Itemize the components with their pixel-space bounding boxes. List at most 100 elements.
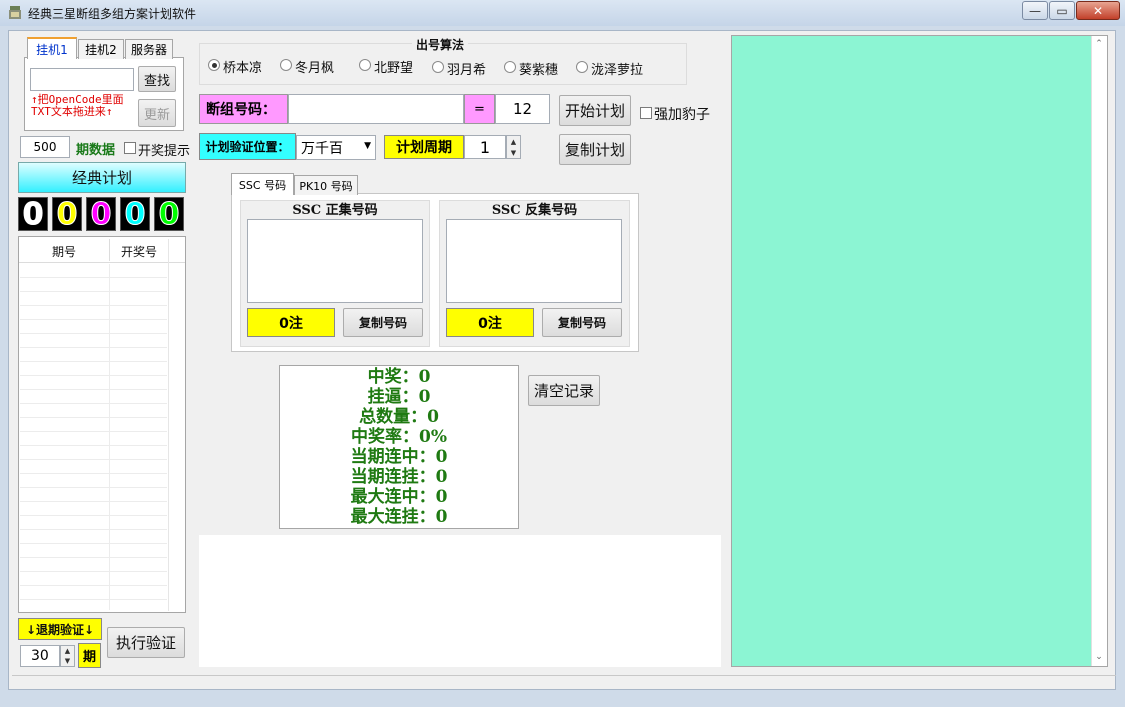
draw-notice-checkbox[interactable] [124,142,136,154]
column-header-period: 期号 [51,245,76,259]
period-count-value: 500 [33,140,57,154]
break-group-label: 断组号码： [199,94,288,124]
negative-set-textarea[interactable] [446,219,622,303]
query-button[interactable]: 查找 [138,66,176,92]
stat-current-streak-win: 当期连中：0 [350,447,448,467]
plan-cycle-label: 计划周期 [384,135,464,159]
tab-hangup2[interactable]: 挂机2 [78,39,124,59]
digit-1-value: 0 [22,196,44,232]
positive-set-textarea[interactable] [247,219,423,303]
verify-position-select[interactable]: 万千百 ▼ [296,135,376,160]
radio-option-3-label: 北野望 [374,61,414,76]
close-button[interactable]: ✕ [1076,1,1120,20]
radio-option-5[interactable] [504,61,516,73]
radio-option-5-label: 葵紫穗 [519,63,559,78]
vertical-scrollbar[interactable] [1091,36,1107,666]
radio-option-2-label: 冬月枫 [295,61,335,76]
scroll-up-icon[interactable]: ⌃ [1092,37,1106,51]
digit-3: 0 [86,196,116,232]
verify-position-value: 万千百 [301,140,343,157]
radio-option-6-label: 泷泽萝拉 [591,63,644,78]
negative-set-count: 0注 [446,308,534,337]
column-divider-right [168,239,169,611]
execute-verify-button[interactable]: 执行验证 [107,627,185,658]
spin-up-icon[interactable]: ▲ [61,646,74,656]
tab-server[interactable]: 服务器 [125,39,173,59]
radio-option-1-label: 桥本凉 [223,61,263,76]
tab-hangup2-label: 挂机2 [85,43,117,57]
status-bar [12,675,1116,689]
radio-option-2[interactable] [280,59,292,71]
digit-1: 0 [18,196,48,232]
drag-hint-line2: TXT文本拖进来↑ [31,105,113,118]
restore-icon: ▭ [1056,3,1068,18]
cycle-up-icon[interactable]: ▲ [507,136,520,147]
log-area[interactable] [199,535,721,667]
window-title: 经典三星断组多组方案计划软件 [28,7,197,21]
stat-win-rate: 中奖率：0% [351,427,447,447]
spin-down-icon[interactable]: ▼ [61,656,74,666]
period-count-input[interactable]: 500 [20,136,70,158]
scroll-down-icon[interactable]: ⌄ [1092,650,1106,664]
minimize-icon: — [1029,3,1041,18]
classic-plan-label: 经典计划 [71,169,132,187]
tab-ssc-codes[interactable]: SSC 号码 [231,173,294,195]
break-group-count-value: 12 [512,100,533,118]
clear-records-button[interactable]: 清空记录 [528,375,600,406]
copy-plan-label: 复制计划 [564,141,625,159]
radio-option-4-label: 羽月希 [447,63,487,78]
chevron-down-icon: ▼ [364,141,371,151]
back-count-spinner[interactable]: ▲ ▼ [60,645,75,667]
app-icon [8,5,22,20]
plan-output-panel[interactable] [731,35,1108,667]
clear-records-label: 清空记录 [533,382,594,400]
row-divider [109,264,110,610]
leopard-checkbox[interactable] [640,107,652,119]
break-group-count: 12 [495,94,550,124]
cycle-down-icon[interactable]: ▼ [507,147,520,158]
classic-plan-button[interactable]: 经典计划 [18,162,186,193]
radio-option-4[interactable] [432,61,444,73]
tab-hangup1[interactable]: 挂机1 [27,37,77,59]
positive-set-count: 0注 [247,308,335,337]
stat-max-streak-fail: 最大连挂：0 [350,507,448,527]
plan-cycle-input[interactable]: 1 [464,135,506,159]
plan-cycle-spinner[interactable]: ▲ ▼ [506,135,521,159]
back-count-value: 30 [31,648,49,664]
column-header-draw-number: 开奖号 [120,245,157,259]
radio-option-3[interactable] [359,59,371,71]
digit-3-value: 0 [90,196,112,232]
copy-negative-button[interactable]: 复制号码 [542,308,622,337]
back-count-input[interactable]: 30 [20,645,60,667]
radio-option-6[interactable] [576,61,588,73]
close-icon: ✕ [1092,3,1104,18]
stat-fails: 挂逼：0 [367,387,431,407]
copy-positive-button[interactable]: 复制号码 [343,308,423,337]
equals-sign: = [464,94,495,124]
radio-option-1[interactable] [208,59,220,71]
history-table-rows [20,264,167,610]
maximize-button[interactable]: ▭ [1049,1,1075,20]
digit-5-value: 0 [158,196,180,232]
period-unit: 期 [78,643,101,668]
copy-positive-label: 复制号码 [358,316,407,330]
opencode-input[interactable] [30,68,134,91]
positive-set-title: SSC 正集号码 [292,203,378,218]
tab-pk10-codes[interactable]: PK10 号码 [294,175,358,195]
minimize-button[interactable]: — [1022,1,1048,20]
tab-ssc-label: SSC 号码 [238,178,287,192]
query-button-label: 查找 [143,73,170,89]
tab-hangup1-label: 挂机1 [36,42,68,57]
draw-notice-label: 开奖提示 [138,144,191,159]
copy-plan-button[interactable]: 复制计划 [559,134,631,165]
break-group-input[interactable] [288,94,464,124]
stat-max-streak-win: 最大连中：0 [350,487,448,507]
drag-hint: ↑把OpenCode里面 TXT文本拖进来↑ [31,94,124,118]
digit-5: 0 [154,196,184,232]
start-plan-button[interactable]: 开始计划 [559,95,631,126]
stat-total: 总数量：0 [359,407,439,427]
verify-position-label: 计划验证位置： [199,133,296,160]
digit-2: 0 [52,196,82,232]
execute-verify-label: 执行验证 [115,634,176,652]
update-button[interactable]: 更新 [138,99,176,127]
